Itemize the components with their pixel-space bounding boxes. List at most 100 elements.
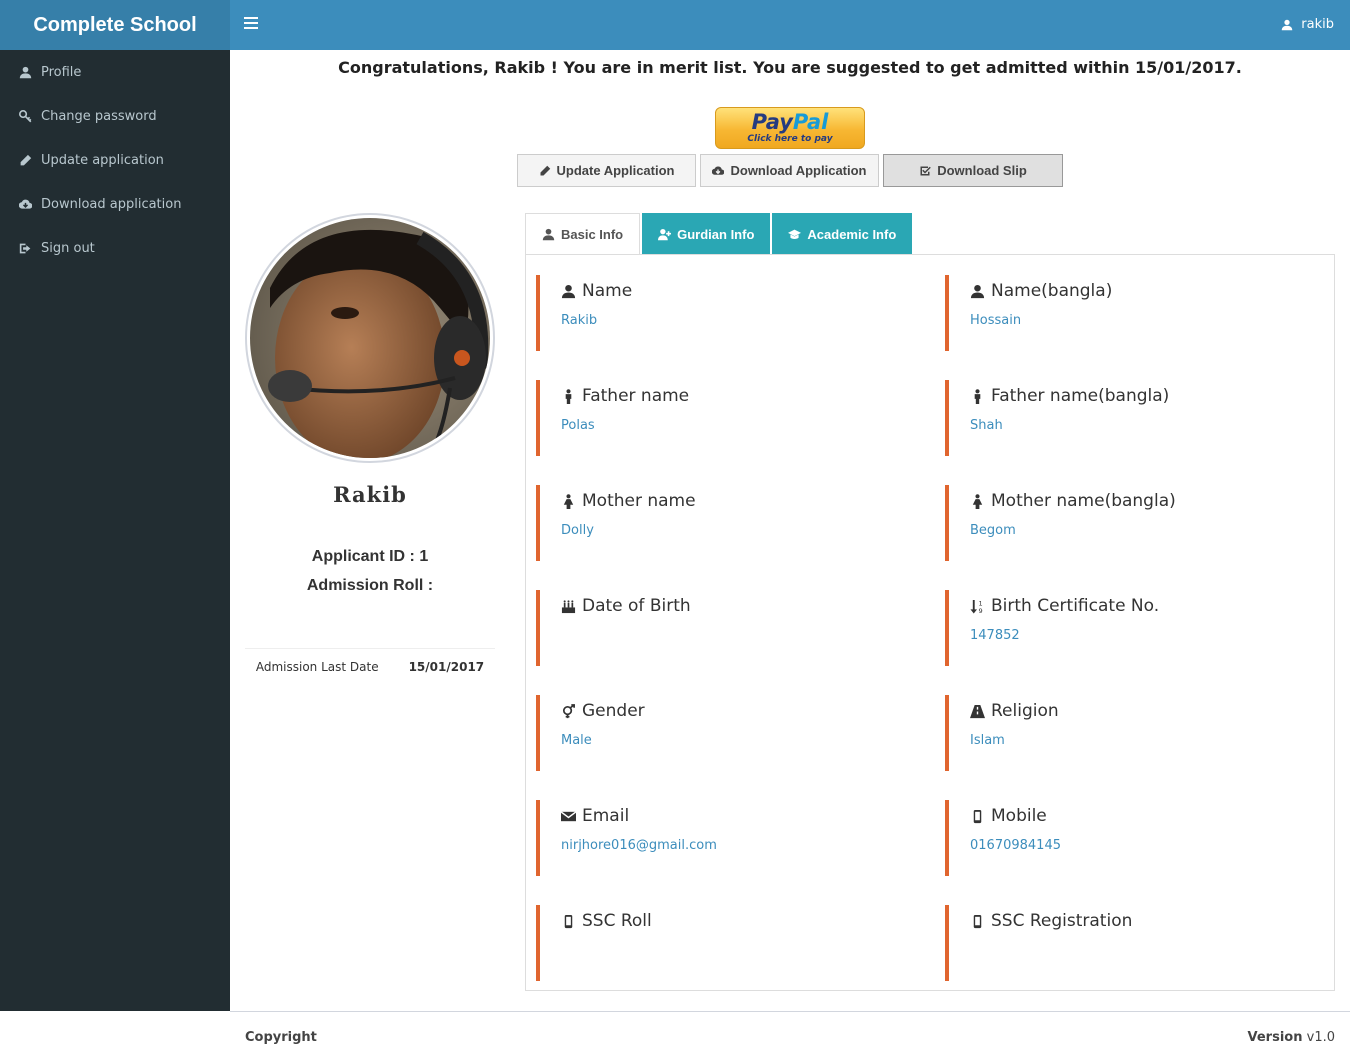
sidebar-item-sign-out[interactable]: Sign out (0, 226, 230, 270)
paypal-logo: PayPal (751, 110, 829, 134)
mobile-icon (973, 809, 982, 823)
field-value: Shah (970, 418, 1003, 433)
user-plus-icon (658, 228, 672, 240)
field-value: Hossain (970, 313, 1022, 328)
field-label: Date of Birth (582, 596, 691, 616)
sidebar: Profile Change password Update applicati… (0, 50, 230, 1011)
male-icon (974, 388, 981, 404)
field-label: Name(bangla) (991, 281, 1113, 301)
field-label: Mother name (582, 491, 696, 511)
field-value: Dolly (561, 523, 594, 538)
field-label: Mother name(bangla) (991, 491, 1176, 511)
sidebar-item-change-password[interactable]: Change password (0, 94, 230, 138)
tab-basic-info[interactable]: Basic Info (525, 213, 641, 255)
field-label: Email (582, 806, 630, 826)
main-content: Congratulations, Rakib ! You are in meri… (230, 50, 1350, 1011)
male-icon (565, 388, 572, 404)
key-icon (18, 109, 32, 123)
merit-message: Congratulations, Rakib ! You are in meri… (338, 58, 1242, 77)
version: Version v1.0 (1248, 1030, 1335, 1045)
basic-info-panel: Name Rakib Name(bangla) Hossain Father n… (525, 254, 1335, 991)
profile-name: Rakib (333, 482, 407, 507)
last-date-label: Admission Last Date (255, 660, 379, 674)
field-value: Rakib (561, 313, 598, 328)
sidebar-item-label: Profile (41, 64, 82, 80)
user-icon (542, 228, 555, 241)
button-label: Update Application (556, 163, 675, 178)
field-label: Religion (991, 701, 1059, 721)
brand-logo[interactable]: Complete School (0, 0, 230, 50)
svg-text:9: 9 (978, 607, 982, 614)
sidebar-item-label: Update application (41, 152, 164, 168)
field-mother-name: Mother name Dolly (536, 485, 916, 561)
field-label: Father name(bangla) (991, 386, 1170, 406)
tab-academic-info[interactable]: Academic Info (772, 213, 913, 255)
user-menu[interactable]: rakib (1281, 0, 1334, 50)
field-label: Gender (582, 701, 645, 721)
cloud-download-icon (18, 197, 32, 211)
last-date-value: 15/01/2017 (408, 660, 485, 674)
field-value: Polas (561, 418, 595, 433)
field-ssc-registration: SSC Registration (945, 905, 1325, 981)
sidebar-toggle-icon[interactable] (244, 17, 258, 31)
field-date-of-birth: Date of Birth (536, 590, 916, 666)
road-icon (970, 704, 985, 718)
field-label: SSC Registration (991, 911, 1133, 931)
mobile-icon (564, 914, 573, 928)
female-icon (972, 493, 983, 509)
field-ssc-roll: SSC Roll (536, 905, 916, 981)
envelope-icon (561, 810, 576, 821)
mobile-icon (973, 914, 982, 928)
sidebar-item-label: Sign out (41, 240, 95, 256)
field-name-bangla: Name(bangla) Hossain (945, 275, 1325, 351)
download-slip-button[interactable]: Download Slip (883, 154, 1063, 187)
field-gender: Gender Male (536, 695, 916, 771)
field-value: 147852 (970, 628, 1020, 643)
profile-photo (250, 218, 490, 458)
field-value: 01670984145 (970, 838, 1061, 853)
birthday-cake-icon (561, 599, 576, 613)
field-label: Father name (582, 386, 690, 406)
field-religion: Religion Islam (945, 695, 1325, 771)
sidebar-item-label: Download application (41, 196, 182, 212)
avatar (245, 213, 495, 463)
field-label: SSC Roll (582, 911, 652, 931)
sidebar-item-profile[interactable]: Profile (0, 50, 230, 94)
graduation-cap-icon (788, 229, 802, 239)
field-label: Mobile (991, 806, 1047, 826)
paypal-pay-button[interactable]: PayPal Click here to pay (715, 107, 865, 149)
field-name: Name Rakib (536, 275, 916, 351)
field-email: Email nirjhore016@gmail.com (536, 800, 916, 876)
divider (245, 648, 495, 649)
tab-guardian-info[interactable]: Gurdian Info (642, 213, 771, 255)
user-icon (18, 65, 32, 79)
field-value: Islam (970, 733, 1005, 748)
field-father-name-bangla: Father name(bangla) Shah (945, 380, 1325, 456)
download-application-button[interactable]: Download Application (700, 154, 879, 187)
field-mother-name-bangla: Mother name(bangla) Begom (945, 485, 1325, 561)
field-birth-certificate: 1 9 Birth Certificate No. 147852 (945, 590, 1325, 666)
sidebar-item-label: Change password (41, 108, 157, 124)
copyright: Copyright (245, 1030, 317, 1045)
user-icon (970, 284, 985, 298)
update-application-button[interactable]: Update Application (517, 154, 696, 187)
sidebar-item-update-application[interactable]: Update application (0, 138, 230, 182)
cloud-download-icon (712, 165, 725, 175)
field-value: Male (561, 733, 592, 748)
user-name: rakib (1301, 17, 1334, 32)
applicant-id: Applicant ID : 1 (311, 548, 429, 565)
action-buttons: Update Application Download Application … (517, 154, 1063, 187)
paypal-subtitle: Click here to pay (747, 134, 833, 144)
tab-label: Gurdian Info (677, 226, 755, 242)
button-label: Download Slip (937, 163, 1027, 178)
field-label: Birth Certificate No. (991, 596, 1160, 616)
admission-last-date: Admission Last Date 15/01/2017 (245, 660, 495, 674)
sidebar-item-download-application[interactable]: Download application (0, 182, 230, 226)
field-label: Name (582, 281, 633, 301)
pencil-icon (18, 153, 32, 167)
info-tabs: Basic Info Gurdian Info Academic Info (525, 213, 913, 255)
field-value[interactable]: nirjhore016@gmail.com (561, 838, 916, 853)
user-icon (561, 284, 576, 298)
footer: Copyright Version v1.0 (230, 1011, 1350, 1046)
check-square-icon (920, 166, 931, 175)
